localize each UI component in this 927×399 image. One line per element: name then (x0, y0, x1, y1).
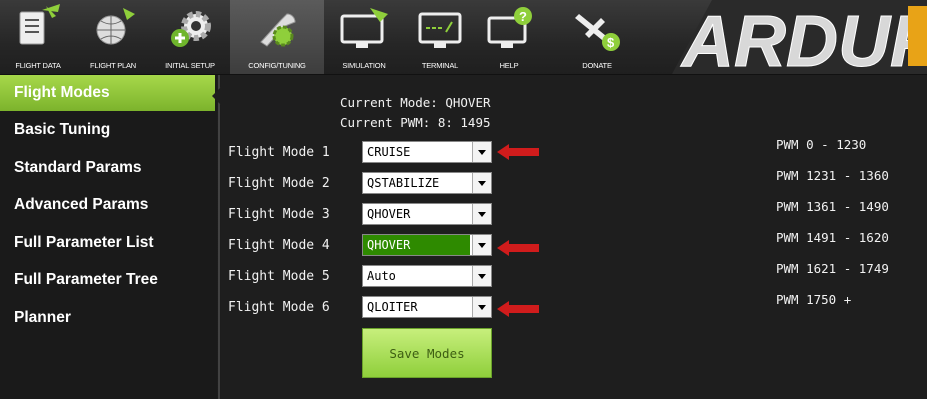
donate-icon: $ (575, 14, 620, 51)
flight-data-icon (19, 4, 60, 45)
pwm-range-2: PWM 1231 - 1360 (776, 168, 889, 183)
flight-plan-icon (96, 8, 135, 45)
pwm-range-4: PWM 1491 - 1620 (776, 230, 889, 245)
sidebar-item-full-parameter-tree[interactable]: Full Parameter Tree (0, 263, 215, 297)
red-arrow-icon (497, 301, 539, 317)
chevron-down-icon[interactable] (472, 142, 491, 162)
pwm-range-1: PWM 0 - 1230 (776, 137, 867, 152)
chevron-down-icon[interactable] (472, 297, 491, 317)
sidebar: Flight Modes Basic Tuning Standard Param… (0, 75, 221, 399)
flight-data-button[interactable]: FLIGHT DATA (0, 0, 76, 74)
terminal-label: TERMINAL (421, 61, 459, 70)
flight-mode-1-select[interactable]: CRUISE (362, 141, 492, 163)
flight-mode-6-label: Flight Mode 6 (228, 300, 330, 315)
sidebar-item-label: Full Parameter Tree (14, 271, 158, 288)
initial-setup-label: INITIAL SETUP (165, 61, 215, 70)
donate-label: DONATE (582, 61, 612, 70)
sidebar-item-label: Advanced Params (14, 196, 149, 213)
help-icon: ? (487, 7, 532, 48)
simulation-icon (340, 8, 388, 48)
ardupilot-logo: ARDUP (672, 0, 927, 74)
pwm-range-6: PWM 1750 + (776, 292, 852, 307)
flight-mode-5-value: Auto (367, 269, 396, 283)
simulation-button[interactable]: SIMULATION (324, 0, 404, 74)
flight-mode-5-label: Flight Mode 5 (228, 269, 330, 284)
config-tuning-label: CONFIG/TUNING (248, 61, 306, 70)
pwm-range-5: PWM 1621 - 1749 (776, 261, 889, 276)
sidebar-item-label: Standard Params (14, 159, 142, 176)
help-label: HELP (499, 61, 519, 70)
sidebar-item-planner[interactable]: Planner (0, 301, 215, 335)
flight-mode-3-select[interactable]: QHOVER (362, 203, 492, 225)
simulation-label: SIMULATION (342, 61, 386, 70)
flight-mode-4-value: QHOVER (363, 235, 470, 255)
initial-setup-icon (171, 11, 211, 47)
terminal-icon (418, 12, 462, 48)
chevron-down-icon[interactable] (472, 173, 491, 193)
config-tuning-icon (260, 13, 296, 47)
flight-plan-button[interactable]: FLIGHT PLAN (76, 0, 150, 74)
donate-button[interactable]: $ DONATE (542, 0, 652, 74)
current-mode-text: Current Mode: QHOVER (340, 95, 491, 110)
flight-mode-6-select[interactable]: QLOITER (362, 296, 492, 318)
sidebar-item-advanced-params[interactable]: Advanced Params (0, 188, 215, 222)
flight-mode-5-select[interactable]: Auto (362, 265, 492, 287)
sidebar-item-basic-tuning[interactable]: Basic Tuning (0, 113, 215, 147)
chevron-down-icon[interactable] (472, 235, 491, 255)
chevron-down-icon[interactable] (472, 266, 491, 286)
initial-setup-button[interactable]: INITIAL SETUP (150, 0, 230, 74)
svg-text:$: $ (607, 35, 615, 50)
flight-mode-2-select[interactable]: QSTABILIZE (362, 172, 492, 194)
flight-mode-2-value: QSTABILIZE (367, 176, 440, 190)
flight-mode-3-label: Flight Mode 3 (228, 207, 330, 222)
red-arrow-icon (497, 240, 539, 256)
flight-mode-3-value: QHOVER (367, 207, 411, 221)
flight-mode-4-select[interactable]: QHOVER (362, 234, 492, 256)
active-item-notch (212, 86, 222, 106)
flight-mode-1-value: CRUISE (367, 145, 411, 159)
flight-plan-label: FLIGHT PLAN (89, 61, 136, 70)
sidebar-item-standard-params[interactable]: Standard Params (0, 151, 215, 185)
flight-mode-6-value: QLOITER (367, 300, 418, 314)
save-modes-button[interactable]: Save Modes (362, 328, 492, 378)
terminal-button[interactable]: TERMINAL (404, 0, 476, 74)
sidebar-item-label: Basic Tuning (14, 121, 111, 138)
sidebar-item-flight-modes[interactable]: Flight Modes (0, 75, 215, 111)
flight-data-label: FLIGHT DATA (15, 61, 61, 70)
sidebar-item-label: Planner (14, 309, 71, 326)
red-arrow-icon (497, 144, 539, 160)
svg-text:?: ? (519, 9, 527, 24)
sidebar-item-full-parameter-list[interactable]: Full Parameter List (0, 226, 215, 260)
flight-mode-2-label: Flight Mode 2 (228, 176, 330, 191)
pwm-range-3: PWM 1361 - 1490 (776, 199, 889, 214)
flight-mode-4-label: Flight Mode 4 (228, 238, 330, 253)
config-tuning-button[interactable]: CONFIG/TUNING (230, 0, 324, 74)
svg-text:ARDUP: ARDUP (680, 2, 927, 74)
sidebar-item-label: Full Parameter List (14, 234, 154, 251)
current-pwm-text: Current PWM: 8: 1495 (340, 115, 491, 130)
top-toolbar: FLIGHT DATA FLIGHT PLAN INITIAL SETUP CO… (0, 0, 927, 75)
sidebar-item-label: Flight Modes (14, 84, 110, 101)
chevron-down-icon[interactable] (472, 204, 491, 224)
help-button[interactable]: ? HELP (476, 0, 542, 74)
flight-mode-1-label: Flight Mode 1 (228, 145, 330, 160)
